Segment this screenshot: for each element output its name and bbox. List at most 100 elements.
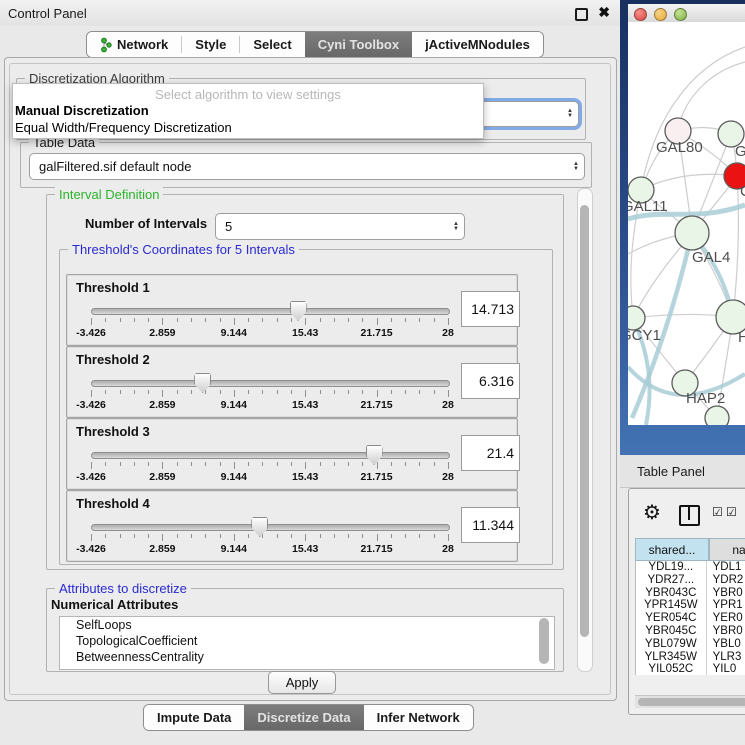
threshold-value-field[interactable]: 14.713	[461, 291, 520, 327]
tab-jactivemnodules[interactable]: jActiveMNodules	[412, 32, 543, 57]
top-segmented-control: NetworkStyleSelectCyni ToolboxjActiveMNo…	[86, 31, 544, 58]
table-cell[interactable]: YBR0	[706, 587, 745, 600]
tab-discretize-data[interactable]: Discretize Data	[244, 705, 363, 730]
tick-mark	[320, 318, 321, 322]
minimize-traffic-light[interactable]	[654, 8, 667, 21]
tick-mark	[305, 462, 306, 469]
split-columns-icon[interactable]	[679, 505, 700, 526]
network-node[interactable]	[705, 406, 729, 425]
table-hscrollbar[interactable]	[635, 695, 745, 708]
tab-impute-data[interactable]: Impute Data	[144, 705, 244, 730]
float-window-icon[interactable]	[575, 8, 588, 21]
table-row[interactable]: YPR145WYPR1	[636, 599, 745, 612]
tab-style[interactable]: Style	[182, 32, 239, 57]
checkbox-icon[interactable]: ☑	[726, 505, 737, 519]
table-row[interactable]: YDL19...YDL1	[636, 561, 745, 574]
table-cell[interactable]: YPR1	[706, 599, 745, 612]
close-icon[interactable]: ✖	[598, 4, 610, 21]
interval-definition-title: Interval Definition	[55, 187, 163, 202]
number-of-intervals-select[interactable]: 5 ▲▼	[215, 213, 465, 240]
tick-mark	[334, 534, 335, 538]
table-row[interactable]: YLR345WYLR3	[636, 651, 745, 664]
table-cell[interactable]: YIL0	[706, 663, 745, 675]
threshold-slider-track[interactable]	[91, 308, 450, 315]
table-cell[interactable]: YDL1	[706, 561, 745, 574]
table-cell[interactable]: YLR345W	[636, 651, 706, 664]
threshold-slider-thumb[interactable]	[290, 301, 307, 321]
tab-cyni-toolbox[interactable]: Cyni Toolbox	[305, 32, 412, 57]
close-traffic-light[interactable]	[634, 8, 647, 21]
threshold-slider-thumb[interactable]	[366, 445, 383, 465]
tick-mark	[334, 318, 335, 322]
table-cell[interactable]: YBR0	[706, 625, 745, 638]
tick-mark	[191, 390, 192, 394]
attribute-item-betweennesscentrality[interactable]: BetweennessCentrality	[60, 649, 554, 665]
table-cell[interactable]: YBL079W	[636, 638, 706, 651]
zoom-traffic-light[interactable]	[674, 8, 687, 21]
tick-mark	[220, 462, 221, 466]
table-hscrollbar-thumb[interactable]	[638, 698, 745, 706]
table-row[interactable]: YBR043CYBR0	[636, 587, 745, 600]
table-data-select[interactable]: galFiltered.sif default node ▲▼	[29, 153, 585, 180]
tick-mark	[305, 390, 306, 397]
column-header-shared[interactable]: shared...	[635, 538, 709, 561]
threshold-value-field[interactable]: 21.4	[461, 435, 520, 471]
tick-label: -3.426	[76, 327, 106, 339]
apply-button[interactable]: Apply	[268, 671, 336, 694]
tick-mark	[220, 534, 221, 538]
table-cell[interactable]: YER054C	[636, 612, 706, 625]
threshold-slider-thumb[interactable]	[251, 517, 268, 537]
tab-infer-network[interactable]: Infer Network	[364, 705, 473, 730]
tick-mark	[448, 534, 449, 541]
node-label: HAP2	[686, 390, 725, 407]
tick-mark	[348, 318, 349, 322]
tick-mark	[220, 390, 221, 394]
table-row[interactable]: YIL052CYIL0	[636, 663, 745, 675]
network-view-window: GAL80GCGAL11GAL4GCY1HHAP2	[620, 0, 745, 455]
table-row[interactable]: YDR27...YDR2	[636, 574, 745, 587]
network-graph[interactable]: GAL80GCGAL11GAL4GCY1HHAP2	[628, 22, 745, 425]
table-cell[interactable]: YER0	[706, 612, 745, 625]
tick-mark	[191, 534, 192, 538]
tab-select[interactable]: Select	[240, 32, 304, 57]
table-cell[interactable]: YIL052C	[636, 663, 706, 675]
table-body[interactable]: YDL19...YDL1YDR27...YDR2YBR043CYBR0YPR14…	[635, 561, 745, 675]
gear-icon[interactable]: ⚙	[643, 503, 661, 523]
numerical-attributes-list[interactable]: SelfLoopsTopologicalCoefficientBetweenne…	[59, 616, 555, 670]
table-row[interactable]: YBR045CYBR0	[636, 625, 745, 638]
algorithm-option-equal-width-frequency-discretization[interactable]: Equal Width/Frequency Discretization	[13, 119, 483, 136]
attribute-item-selfloops[interactable]: SelfLoops	[60, 617, 554, 633]
table-cell[interactable]: YDR2	[706, 574, 745, 587]
numerical-attributes-label: Numerical Attributes	[51, 597, 178, 612]
attribute-item-topologicalcoefficient[interactable]: TopologicalCoefficient	[60, 633, 554, 649]
table-cell[interactable]: YDR27...	[636, 574, 706, 587]
table-cell[interactable]: YBR043C	[636, 587, 706, 600]
table-cell[interactable]: YDL19...	[636, 561, 706, 574]
threshold-slider-thumb[interactable]	[194, 373, 211, 393]
checkbox-icon[interactable]: ☑	[712, 505, 723, 519]
tab-network[interactable]: Network	[87, 32, 181, 57]
threshold-slider-track[interactable]	[91, 452, 450, 459]
table-row[interactable]: YBL079WYBL0	[636, 638, 745, 651]
algorithm-option-manual-discretization[interactable]: Manual Discretization	[13, 102, 483, 119]
network-window-titlebar[interactable]	[628, 4, 745, 23]
tick-mark	[248, 390, 249, 394]
column-header-na[interactable]: na	[709, 538, 745, 561]
table-cell[interactable]: YBL0	[706, 638, 745, 651]
tick-label: 15.43	[292, 327, 318, 339]
table-cell[interactable]: YBR045C	[636, 625, 706, 638]
table-cell[interactable]: YLR3	[706, 651, 745, 664]
tick-mark	[334, 462, 335, 466]
tick-mark	[191, 318, 192, 322]
content-scrollbar[interactable]	[577, 188, 593, 672]
threshold-slider-track[interactable]	[91, 524, 450, 531]
threshold-value-field[interactable]: 6.316	[461, 363, 520, 399]
threshold-slider-track[interactable]	[91, 380, 450, 387]
attributes-list-scrollbar[interactable]	[539, 618, 549, 664]
threshold-value-field[interactable]: 11.344	[461, 507, 520, 543]
content-scrollbar-thumb[interactable]	[580, 205, 589, 637]
table-cell[interactable]: YPR145W	[636, 599, 706, 612]
table-row[interactable]: YER054CYER0	[636, 612, 745, 625]
network-node-gal4[interactable]	[675, 216, 709, 250]
network-canvas[interactable]: GAL80GCGAL11GAL4GCY1HHAP2	[628, 22, 745, 425]
